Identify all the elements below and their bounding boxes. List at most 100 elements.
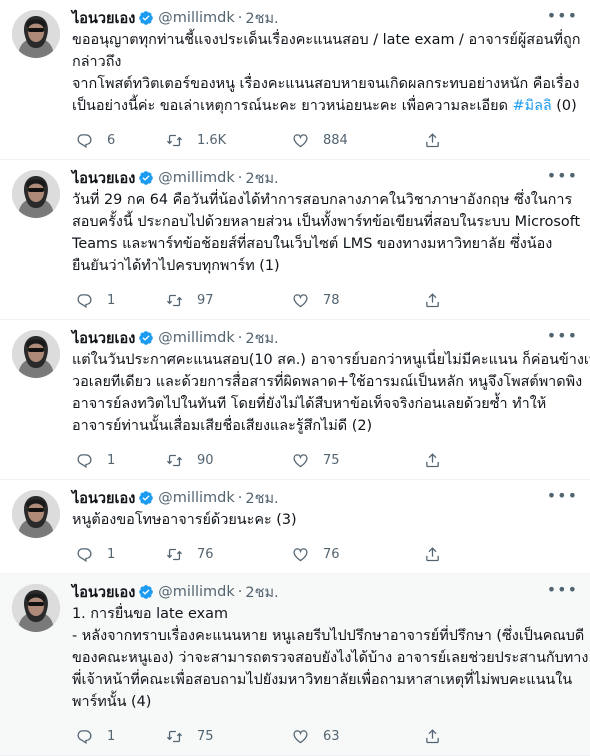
tweet-text-line: ยืนยันว่าได้ทำไปครบทุกพาร์ท (1)	[72, 258, 280, 274]
retweet-button[interactable]: 75	[166, 728, 292, 745]
like-button[interactable]: 75	[292, 452, 424, 469]
share-button[interactable]	[424, 728, 464, 745]
heart-icon	[293, 547, 308, 561]
tweet-text-line: ของคณะหนูเอง) ว่าจะสามารถตรวจสอบยังไงได้…	[72, 650, 589, 666]
tweet-thread: ไอนวยเอง @millimdk · 2ชม. ••• ขออนุญาตทุ…	[0, 0, 590, 756]
avatar[interactable]	[12, 330, 60, 378]
avatar[interactable]	[12, 584, 60, 632]
tweet[interactable]: ไอนวยเอง @millimdk · 2ชม. ••• หนูต้องขอโ…	[0, 480, 590, 574]
retweet-count: 75	[197, 728, 214, 744]
timestamp[interactable]: 2ชม.	[245, 581, 278, 604]
avatar-image	[12, 490, 60, 538]
avatar-image	[12, 170, 60, 218]
verified-badge-icon	[138, 584, 154, 600]
tweet-header: ไอนวยเอง @millimdk · 2ชม.	[72, 7, 576, 29]
tweet-text-line: อาจารย์ท่านนั้นเสื่อมเสียชื่อเสียงและรู้…	[72, 418, 373, 434]
tweet[interactable]: ไอนวยเอง @millimdk · 2ชม. ••• แต่ในวันปร…	[0, 320, 590, 480]
timestamp[interactable]: 2ชม.	[245, 327, 278, 350]
reply-button[interactable]: 1	[76, 546, 166, 563]
timestamp[interactable]: 2ชม.	[245, 487, 278, 510]
user-handle[interactable]: @millimdk	[158, 490, 234, 506]
tweet-text-line: หนูต้องขอโทษอาจารย์ด้วยนะคะ (3)	[72, 512, 297, 528]
like-button[interactable]: 78	[292, 292, 424, 309]
avatar[interactable]	[12, 10, 60, 58]
tweet-actions: 1 90 75	[72, 441, 576, 479]
timestamp[interactable]: 2ชม.	[245, 7, 278, 30]
reply-button[interactable]: 1	[76, 728, 166, 745]
tweet[interactable]: ไอนวยเอง @millimdk · 2ชม. ••• ขออนุญาตทุ…	[0, 0, 590, 160]
tweet-text-line: พี่เจ้าหน้าที่คณะเพื่อสอบถามไปยังมหาวิทย…	[72, 672, 573, 688]
more-options-icon[interactable]: •••	[547, 166, 578, 185]
retweet-count: 97	[197, 292, 214, 308]
share-button[interactable]	[424, 292, 464, 309]
avatar-image	[12, 584, 60, 632]
tweet-text-line: กล่าวถึง	[72, 54, 122, 70]
separator-dot: ·	[237, 584, 243, 600]
retweet-button[interactable]: 1.6K	[166, 132, 292, 149]
user-handle[interactable]: @millimdk	[158, 330, 234, 346]
tweet-text-line: พาร์ทนั้น (4)	[72, 694, 152, 710]
reply-button[interactable]: 1	[76, 292, 166, 309]
like-button[interactable]: 63	[292, 728, 424, 745]
like-button[interactable]: 884	[292, 132, 424, 149]
tweet-text: หนูต้องขอโทษอาจารย์ด้วยนะคะ (3)	[72, 509, 576, 531]
retweet-button[interactable]: 97	[166, 292, 292, 309]
display-name[interactable]: ไอนวยเอง	[72, 7, 135, 30]
user-handle[interactable]: @millimdk	[158, 10, 234, 26]
verified-badge-icon	[138, 170, 154, 186]
tweet-actions: 1 76 76	[72, 535, 576, 573]
display-name[interactable]: ไอนวยเอง	[72, 167, 135, 190]
verified-badge-icon	[138, 490, 154, 506]
share-icon	[426, 728, 439, 743]
tweet-text-line: - หลังจากทราบเรื่องคะแนนหาย หนูเลยรีบไปป…	[72, 628, 585, 644]
display-name[interactable]: ไอนวยเอง	[72, 581, 135, 604]
tweet-text: วันที่ 29 กค 64 คือวันที่น้องได้ทำการสอบ…	[72, 189, 581, 277]
retweet-count: 90	[197, 452, 214, 468]
like-button[interactable]: 76	[292, 546, 424, 563]
timestamp[interactable]: 2ชม.	[245, 167, 278, 190]
reply-count: 1	[107, 292, 116, 308]
more-options-icon[interactable]: •••	[547, 6, 578, 25]
reply-icon	[77, 293, 92, 308]
avatar-image	[12, 330, 60, 378]
retweet-button[interactable]: 90	[166, 452, 292, 469]
tweet-text-segment: เป็นอย่างนี้ค่ะ ขอเล่าเหตุการณ์นะคะ ยาวห…	[72, 98, 513, 114]
tweet-text: 1. การยื่นขอ late exam - หลังจากทราบเรื่อ…	[72, 603, 589, 713]
retweet-count: 1.6K	[197, 132, 227, 148]
tweet[interactable]: ไอนวยเอง @millimdk · 2ชม. ••• 1. การยื่น…	[0, 574, 590, 756]
retweet-button[interactable]: 76	[166, 546, 292, 563]
like-count: 75	[323, 452, 340, 468]
separator-dot: ·	[237, 330, 243, 346]
heart-icon	[293, 133, 308, 147]
separator-dot: ·	[237, 170, 243, 186]
heart-icon	[293, 293, 308, 307]
display-name[interactable]: ไอนวยเอง	[72, 327, 135, 350]
more-options-icon[interactable]: •••	[547, 326, 578, 345]
share-button[interactable]	[424, 132, 464, 149]
reply-button[interactable]: 1	[76, 452, 166, 469]
avatar[interactable]	[12, 170, 60, 218]
share-icon	[426, 132, 439, 147]
retweet-icon	[166, 294, 183, 306]
hashtag-link[interactable]: #มิลลิ	[513, 98, 552, 114]
heart-icon	[293, 453, 308, 467]
more-options-icon[interactable]: •••	[547, 580, 578, 599]
share-button[interactable]	[424, 546, 464, 563]
share-icon	[426, 292, 439, 307]
reply-button[interactable]: 6	[76, 132, 166, 149]
reply-count: 1	[107, 728, 116, 744]
heart-icon	[293, 729, 308, 743]
share-button[interactable]	[424, 452, 464, 469]
user-handle[interactable]: @millimdk	[158, 584, 234, 600]
avatar[interactable]	[12, 490, 60, 538]
tweet-text-line: จากโพสต์ทวิตเตอร์ของหนู เรื่องคะแนนสอบหา…	[72, 76, 580, 92]
retweet-count: 76	[197, 546, 214, 562]
more-options-icon[interactable]: •••	[547, 486, 578, 505]
tweet-text: ขออนุญาตทุกท่านชี้แจงประเด็นเรื่องคะแนนส…	[72, 29, 580, 117]
reply-count: 1	[107, 546, 116, 562]
verified-badge-icon	[138, 330, 154, 346]
user-handle[interactable]: @millimdk	[158, 170, 234, 186]
display-name[interactable]: ไอนวยเอง	[72, 487, 135, 510]
tweet[interactable]: ไอนวยเอง @millimdk · 2ชม. ••• วันที่ 29 …	[0, 160, 590, 320]
tweet-text-line: สอบครั้งนี้ ประกอบไปด้วยหลายส่วน เป็นทั้…	[72, 214, 581, 230]
